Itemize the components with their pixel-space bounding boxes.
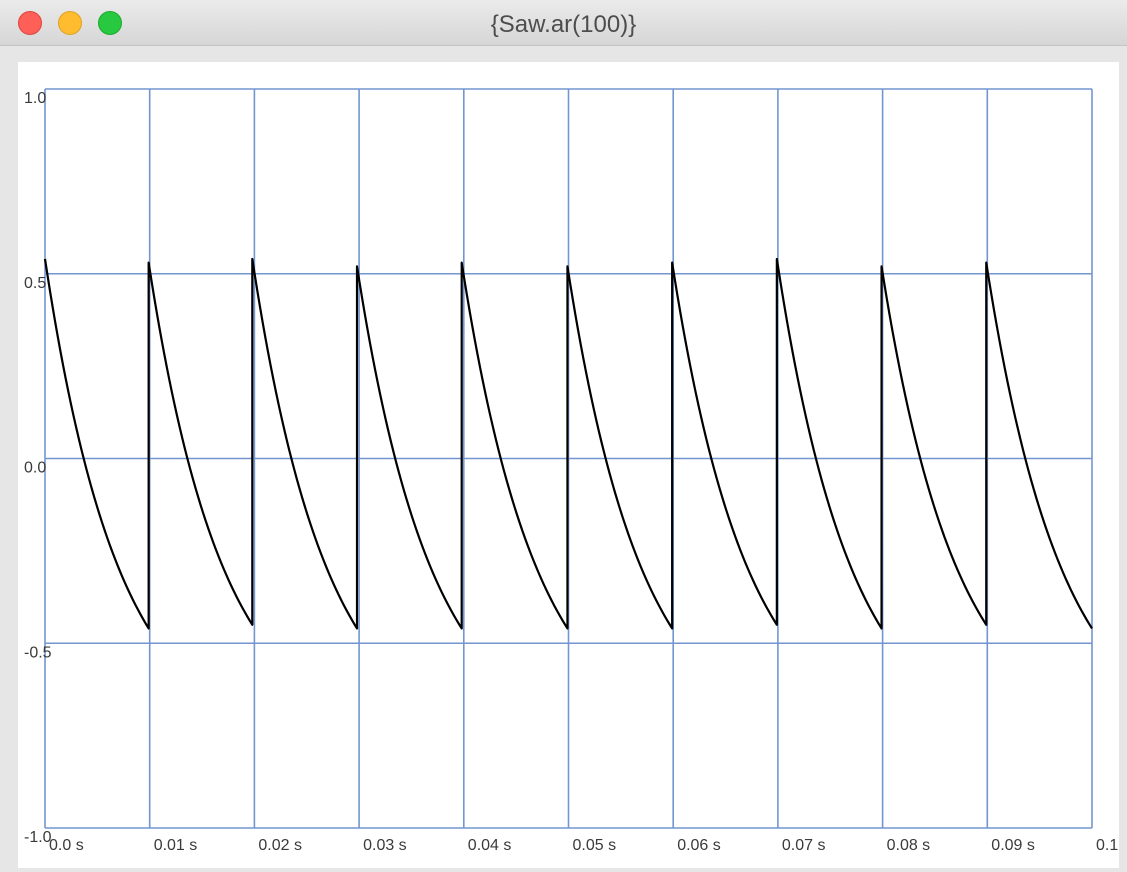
x-tick-label: 0.05 s <box>573 837 617 854</box>
x-tick-label: 0.07 s <box>782 837 826 854</box>
x-tick-label: 0.0 s <box>49 837 84 854</box>
waveform-plot: 1.0 0.5 0.0 -0.5 -1.0 0.0 s 0.01 s 0.02 s 0.03 … <box>24 88 1118 854</box>
x-tick-label: 0.06 s <box>677 837 721 854</box>
x-tick-label: 0.04 s <box>468 837 512 854</box>
window-title: {Saw.ar(100)} <box>490 11 637 38</box>
x-tick-label: 0.1 <box>1096 837 1118 854</box>
x-tick-label: 0.01 s <box>154 837 198 854</box>
x-tick-label: 0.02 s <box>258 837 302 854</box>
x-tick-label: 0.03 s <box>363 837 407 854</box>
y-tick-label: 1.0 <box>24 90 46 107</box>
waveform-series <box>43 257 1093 630</box>
y-tick-label: 0.5 <box>24 275 46 292</box>
y-tick-label: 0.0 <box>24 460 46 477</box>
x-tick-label: 0.09 s <box>991 837 1035 854</box>
x-tick-label: 0.08 s <box>887 837 931 854</box>
y-tick-label: -0.5 <box>24 644 52 661</box>
plot-area: 1.0 0.5 0.0 -0.5 -1.0 0.0 s 0.01 s 0.02 s 0.03 … <box>18 62 1119 868</box>
plot-window: {Saw.ar(100)} 1.0 0.5 0.0 -0.5 -1.0 0.0 s 0.0… <box>0 0 1127 872</box>
title-bar[interactable]: {Saw.ar(100)} <box>0 0 1127 46</box>
x-axis-tick-labels: 0.0 s 0.01 s 0.02 s 0.03 s 0.04 s 0.05 s 0.06 … <box>49 837 1118 854</box>
y-tick-label: -1.0 <box>24 829 52 846</box>
y-axis-tick-labels: 1.0 0.5 0.0 -0.5 -1.0 <box>24 90 52 846</box>
saw-waveform-line <box>43 257 1093 630</box>
